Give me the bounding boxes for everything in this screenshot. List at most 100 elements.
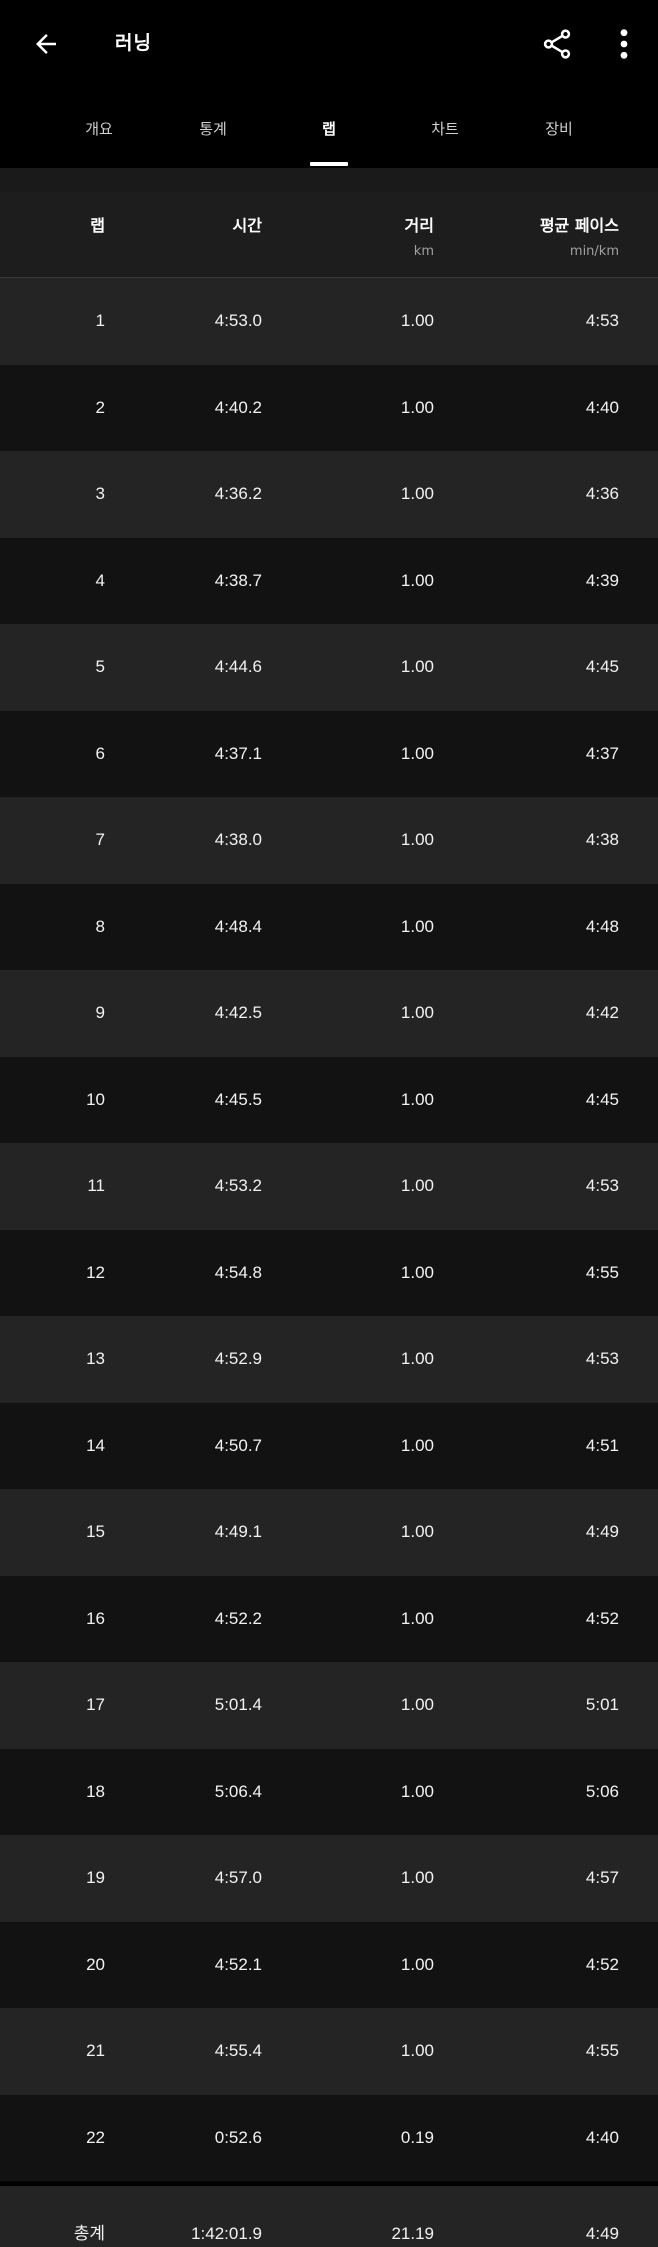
tab-laps[interactable]: 랩	[285, 88, 373, 168]
header-pace-label: 평균 페이스	[539, 216, 619, 235]
lap-distance: 1.00	[400, 570, 434, 590]
lap-number: 13	[86, 1349, 105, 1369]
divider	[0, 168, 658, 192]
table-row[interactable]: 2 4:40.2 1.00 4:40	[0, 364, 658, 451]
header-distance-unit: km	[413, 244, 434, 259]
lap-number: 4	[95, 570, 105, 590]
table-row[interactable]: 11 4:53.2 1.00 4:53	[0, 1143, 658, 1230]
tab-stats[interactable]: 통계	[169, 88, 257, 168]
lap-distance: 1.00	[400, 1089, 434, 1109]
lap-distance: 1.00	[400, 484, 434, 504]
table-row[interactable]: 5 4:44.6 1.00 4:45	[0, 624, 658, 711]
lap-time: 4:53.2	[214, 1176, 262, 1196]
lap-pace: 4:38	[585, 830, 619, 850]
table-row[interactable]: 15 4:49.1 1.00 4:49	[0, 1489, 658, 1576]
lap-pace: 4:37	[585, 743, 619, 763]
lap-number: 11	[87, 1176, 105, 1196]
header-time-label: 시간	[232, 216, 262, 235]
lap-pace: 4:39	[585, 570, 619, 590]
lap-pace: 4:55	[585, 2041, 619, 2061]
table-row[interactable]: 20 4:52.1 1.00 4:52	[0, 1921, 658, 2008]
lap-time: 4:36.2	[214, 484, 262, 504]
table-row[interactable]: 22 0:52.6 0.19 4:40	[0, 2094, 658, 2181]
lap-number: 22	[86, 2127, 105, 2147]
lap-distance: 1.00	[400, 1435, 434, 1455]
lap-pace: 4:53	[585, 1176, 619, 1196]
table-row[interactable]: 9 4:42.5 1.00 4:42	[0, 970, 658, 1057]
lap-pace: 4:42	[585, 1003, 619, 1023]
header-time: 시간	[233, 212, 262, 236]
table-header: 랩 시간 거리 km 평균 페이스 min/km	[0, 192, 658, 278]
share-button[interactable]	[533, 20, 581, 68]
lap-number: 10	[86, 1089, 105, 1109]
table-row[interactable]: 7 4:38.0 1.00 4:38	[0, 797, 658, 884]
tab-overview[interactable]: 개요	[55, 88, 143, 168]
tab-gear[interactable]: 장비	[515, 88, 603, 168]
lap-distance: 1.00	[400, 1349, 434, 1369]
lap-number: 12	[86, 1262, 105, 1282]
arrow-left-icon	[36, 34, 56, 54]
lap-distance: 1.00	[400, 1868, 434, 1888]
lap-number: 9	[95, 1003, 105, 1023]
lap-time: 4:50.7	[214, 1435, 262, 1455]
table-row[interactable]: 19 4:57.0 1.00 4:57	[0, 1835, 658, 1922]
lap-time: 4:54.8	[214, 1262, 262, 1282]
lap-distance: 1.00	[400, 1695, 434, 1715]
table-row[interactable]: 1 4:53.0 1.00 4:53	[0, 278, 658, 365]
table-row[interactable]: 6 4:37.1 1.00 4:37	[0, 710, 658, 797]
lap-pace: 4:49	[585, 1522, 619, 1542]
lap-pace: 4:53	[585, 1349, 619, 1369]
lap-number: 21	[86, 2041, 105, 2061]
table-row[interactable]: 18 5:06.4 1.00 5:06	[0, 1748, 658, 1835]
lap-time: 4:49.1	[214, 1522, 262, 1542]
lap-time: 4:57.0	[214, 1868, 262, 1888]
lap-distance: 1.00	[400, 657, 434, 677]
lap-number: 14	[86, 1435, 105, 1455]
lap-distance: 1.00	[400, 1262, 434, 1282]
lap-time: 4:45.5	[214, 1089, 262, 1109]
table-row[interactable]: 13 4:52.9 1.00 4:53	[0, 1316, 658, 1403]
total-label: 총계	[73, 2224, 105, 2243]
lap-distance: 1.00	[400, 1954, 434, 1974]
lap-pace: 4:53	[585, 311, 619, 331]
table-row[interactable]: 12 4:54.8 1.00 4:55	[0, 1229, 658, 1316]
lap-time: 4:40.2	[214, 397, 262, 417]
table-row[interactable]: 21 4:55.4 1.00 4:55	[0, 2008, 658, 2095]
table-row[interactable]: 3 4:36.2 1.00 4:36	[0, 451, 658, 538]
lap-distance: 1.00	[400, 743, 434, 763]
lap-time: 4:38.0	[214, 830, 262, 850]
lap-number: 19	[86, 1868, 105, 1888]
lap-time: 4:53.0	[214, 311, 262, 331]
table-row[interactable]: 10 4:45.5 1.00 4:45	[0, 1056, 658, 1143]
lap-distance: 0.19	[400, 2127, 434, 2147]
lap-time: 4:42.5	[214, 1003, 262, 1023]
table-row[interactable]: 4 4:38.7 1.00 4:39	[0, 537, 658, 624]
more-options-button[interactable]	[604, 20, 644, 68]
lap-distance: 1.00	[400, 397, 434, 417]
lap-pace: 5:01	[585, 1695, 619, 1715]
header-lap-label: 랩	[90, 216, 105, 235]
lap-time: 4:37.1	[214, 743, 262, 763]
tab-charts[interactable]: 차트	[401, 88, 489, 168]
total-row: 총계 1:42:01.9 21.19 4:49	[0, 2186, 658, 2247]
lap-pace: 4:55	[585, 1262, 619, 1282]
header-distance: 거리 km	[405, 212, 434, 259]
table-row[interactable]: 17 5:01.4 1.00 5:01	[0, 1662, 658, 1749]
lap-pace: 4:51	[585, 1435, 619, 1455]
lap-number: 6	[95, 743, 105, 763]
back-button[interactable]	[22, 20, 70, 68]
table-row[interactable]: 16 4:52.2 1.00 4:52	[0, 1575, 658, 1662]
table-row[interactable]: 14 4:50.7 1.00 4:51	[0, 1402, 658, 1489]
table-row[interactable]: 8 4:48.4 1.00 4:48	[0, 883, 658, 970]
lap-number: 16	[86, 1608, 105, 1628]
lap-number: 7	[95, 830, 105, 850]
lap-number: 5	[95, 657, 105, 677]
more-vertical-icon	[620, 29, 628, 59]
lap-number: 8	[95, 916, 105, 936]
total-pace: 4:49	[585, 2224, 619, 2243]
lap-time: 4:52.2	[214, 1608, 262, 1628]
total-time: 1:42:01.9	[191, 2224, 262, 2243]
header-pace-unit: min/km	[569, 244, 619, 259]
lap-distance: 1.00	[400, 311, 434, 331]
lap-pace: 4:48	[585, 916, 619, 936]
